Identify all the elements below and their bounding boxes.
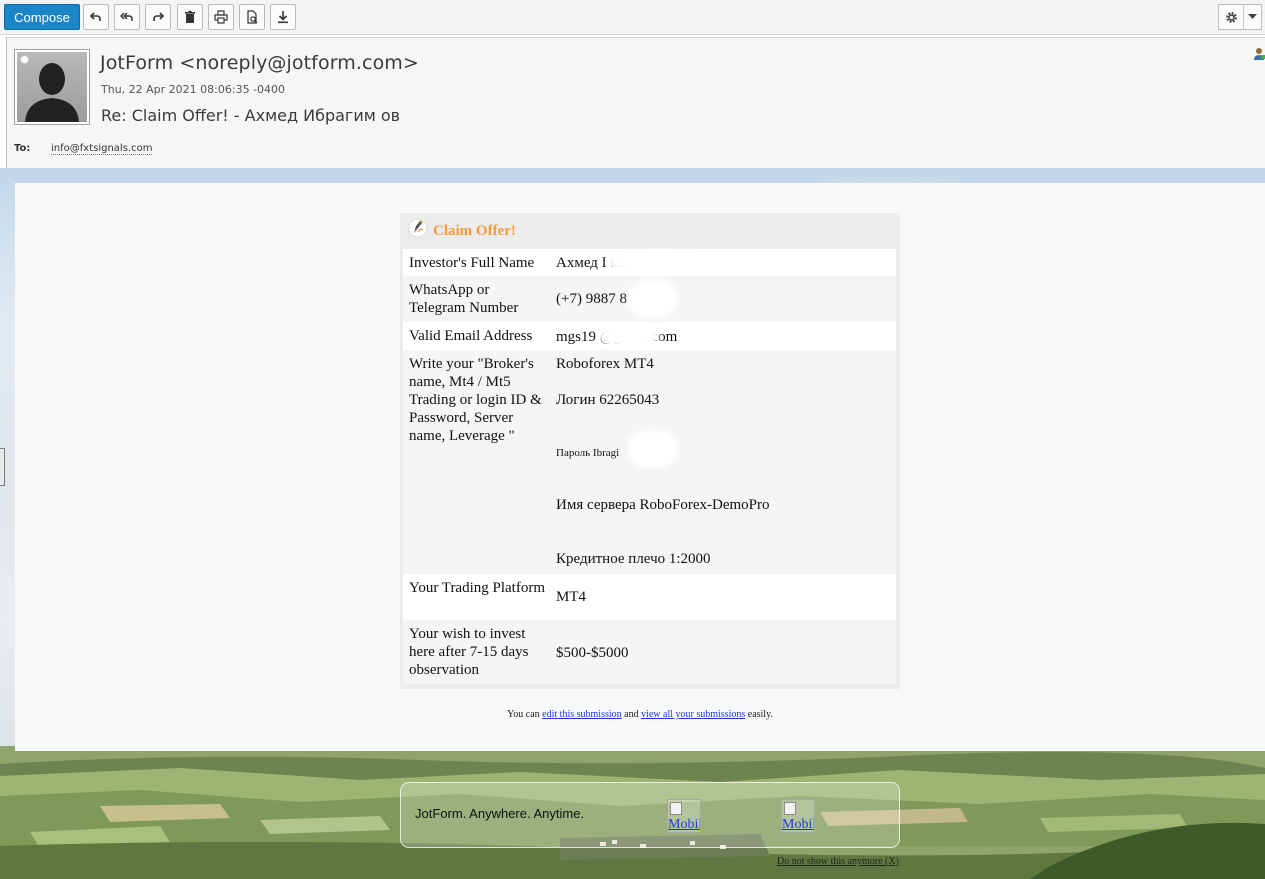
redaction-mark (628, 281, 678, 317)
field-value: $500-$5000 (556, 645, 629, 661)
form-title: Claim Offer! (433, 223, 516, 239)
delete-icon (185, 10, 195, 23)
toolbar: Compose (0, 0, 1265, 35)
download-button[interactable] (270, 4, 296, 30)
message-header: JotForm <noreply@jotform.com> Thu, 22 Ap… (6, 37, 1265, 168)
mobile-app-image[interactable]: Mobile (781, 799, 815, 833)
forward-button[interactable] (145, 4, 171, 30)
pencil-icon (408, 218, 428, 238)
to-recipient[interactable]: info@fxtsignals.com (51, 143, 153, 155)
image-alt-text[interactable]: Mobile (782, 817, 814, 833)
print-button[interactable] (208, 4, 234, 30)
reply-button[interactable] (83, 4, 109, 30)
reply-icon (89, 12, 101, 21)
jotform-promo-box: JotForm. Anywhere. Anytime. Mobile Mobil… (400, 782, 900, 848)
footer-middle: and (624, 709, 639, 720)
avatar (14, 49, 90, 125)
form-row-full-name: Investor's Full Name Ахмед I мов (403, 249, 896, 276)
form-row-email: Valid Email Address mgs19 @gmail.com (403, 322, 896, 350)
message-date: Thu, 22 Apr 2021 08:06:35 -0400 (101, 83, 286, 96)
field-value-line: Пароль Ibragi (556, 447, 620, 459)
field-label: Your wish to invest here after 7-15 days… (409, 626, 529, 678)
form-row-platform: Your Trading Platform MT4 (403, 574, 896, 620)
redaction-mark (599, 325, 659, 347)
image-alt-text[interactable]: Mobile (668, 817, 700, 833)
form-row-investment: Your wish to invest here after 7-15 days… (403, 620, 896, 684)
field-value-line: Имя сервера RoboForex-DemoPro (556, 497, 770, 513)
promo-text: JotForm. Anywhere. Anytime. (415, 806, 585, 821)
field-value-line: Кредитное плечо 1:2000 (556, 551, 711, 567)
redaction-mark (608, 251, 708, 273)
field-label: WhatsApp or Telegram Number (409, 282, 519, 316)
headers-icon (247, 10, 258, 24)
dismiss-promo-link[interactable]: Do not show this anymore (X) (777, 856, 899, 867)
field-value: (+7) 9887 8 (556, 291, 627, 307)
forward-icon (153, 12, 165, 21)
message-subject: Re: Claim Offer! - Ахмед Ибрагим ов (101, 106, 401, 125)
add-contact-icon[interactable] (1253, 46, 1265, 62)
gear-icon (1219, 5, 1245, 29)
broken-image-icon (784, 802, 796, 815)
delete-button[interactable] (177, 4, 203, 30)
field-value-line: Roboforex MT4 (556, 356, 654, 372)
settings-menu-button[interactable] (1218, 4, 1262, 30)
to-label: To: (14, 143, 31, 154)
broken-image-icon (670, 802, 682, 815)
sender[interactable]: JotForm <noreply@jotform.com> (100, 52, 419, 74)
reply-all-icon (120, 12, 133, 21)
email-body: Claim Offer! Investor's Full Name Ахмед … (0, 168, 1265, 879)
field-label: Your Trading Platform (409, 580, 546, 596)
content-panel: Claim Offer! Investor's Full Name Ахмед … (15, 183, 1265, 751)
submission-footer-note: You can edit this submission and view al… (15, 709, 1265, 720)
field-label: Investor's Full Name (409, 255, 535, 271)
form-row-phone: WhatsApp or Telegram Number (+7) 9887 8 (403, 276, 896, 322)
field-value-line: Логин 62265043 (556, 392, 660, 408)
footer-prefix: You can (507, 709, 540, 720)
form-submission-card: Claim Offer! Investor's Full Name Ахмед … (400, 213, 900, 689)
field-label: Valid Email Address (409, 328, 533, 344)
view-submissions-link[interactable]: view all your submissions (641, 709, 745, 720)
edit-submission-link[interactable]: edit this submission (542, 709, 621, 720)
mobile-app-image[interactable]: Mobile (667, 799, 701, 833)
sidebar-collapse-handle[interactable] (0, 448, 5, 486)
field-value: MT4 (556, 589, 586, 605)
field-label: Write your "Broker's name, Mt4 / Mt5 Tra… (409, 356, 542, 444)
download-icon (278, 11, 288, 24)
redaction-mark (628, 430, 678, 468)
show-headers-button[interactable] (239, 4, 265, 30)
reply-all-button[interactable] (114, 4, 140, 30)
status-dot (20, 55, 29, 64)
print-icon (214, 10, 228, 24)
footer-suffix: easily. (747, 709, 773, 720)
form-row-broker-details: Write your "Broker's name, Mt4 / Mt5 Tra… (403, 350, 896, 574)
chevron-down-icon (1244, 14, 1261, 20)
compose-button[interactable]: Compose (4, 4, 80, 30)
form-header: Claim Offer! (400, 213, 900, 247)
